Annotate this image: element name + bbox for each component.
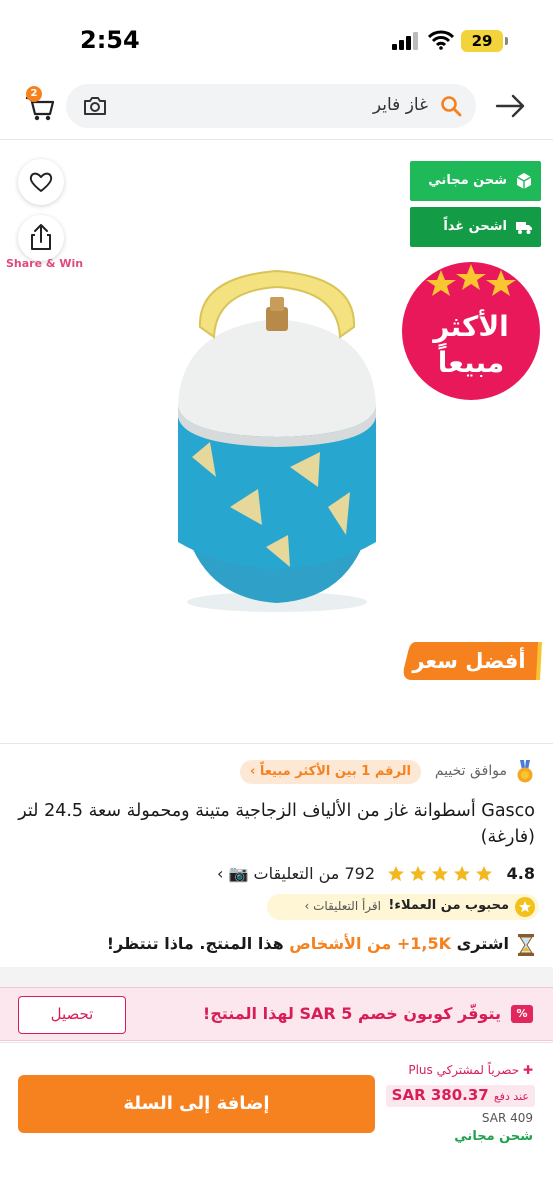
- buyers-suffix: هذا المنتج. ماذا تنتظر!: [106, 934, 284, 953]
- free-shipping-tag-label: شحن مجاني: [428, 173, 507, 188]
- brand-note[interactable]: موافق تخييم: [435, 763, 507, 779]
- star-icon: [476, 866, 492, 881]
- product-info: موافق تخييم الرقم 1 بين الأكثر مبيعاً › …: [0, 743, 553, 956]
- coupon-text: يتوفّر كوبون خصم 5 SAR لهذا المنتج!: [202, 1004, 501, 1023]
- wifi-icon: [428, 30, 454, 50]
- hourglass-icon: [518, 934, 534, 956]
- battery-icon: 29: [461, 30, 503, 52]
- search-bar[interactable]: غاز فاير: [66, 84, 476, 128]
- free-shipping-label: شحن مجاني: [454, 1129, 533, 1144]
- customer-favorite-pill[interactable]: محبوب من العملاء! اقرأ التعليقات ›: [267, 894, 539, 920]
- box-icon: [516, 173, 532, 189]
- star-icon: [388, 866, 404, 881]
- collect-coupon-button[interactable]: تحصيل: [18, 996, 126, 1034]
- heart-icon: [29, 172, 53, 192]
- best-seller-badge: الأكثر مبيعاً: [402, 262, 540, 400]
- best-price-label: أفضل سعر: [412, 649, 526, 673]
- brand-row: موافق تخييم الرقم 1 بين الأكثر مبيعاً ›: [15, 760, 535, 784]
- section-divider: [0, 967, 553, 987]
- truck-icon: [516, 222, 532, 234]
- share-win-label[interactable]: Share & Win: [6, 257, 83, 270]
- rating-value: 4.8: [506, 864, 535, 883]
- plus-price-pill: عند دفع SAR 380.37: [385, 1085, 535, 1107]
- coupon-banner: % يتوفّر كوبون خصم 5 SAR لهذا المنتج! تح…: [0, 987, 553, 1041]
- plus-exclusive-text: حصرياً لمشتركي Plus: [408, 1063, 520, 1077]
- plus-exclusive-line: ✚ حصرياً لمشتركي Plus: [408, 1063, 533, 1077]
- buyers-row: اشترى 1,5K+ من الأشخاص هذا المنتج. ماذا …: [15, 932, 535, 958]
- rating-row[interactable]: 4.8 792 من التعليقات 📷 ›: [15, 862, 535, 888]
- star-icon: [410, 866, 426, 881]
- purchase-bar: ✚ حصرياً لمشتركي Plus عند دفع SAR 380.37…: [0, 1042, 553, 1200]
- pay-label: عند دفع: [493, 1090, 529, 1103]
- share-button[interactable]: [18, 215, 64, 261]
- search-icon[interactable]: [440, 95, 462, 117]
- add-to-cart-button[interactable]: إضافة إلى السلة: [18, 1075, 375, 1133]
- coupon-icon: %: [511, 1005, 533, 1023]
- medal-icon: [517, 760, 533, 783]
- search-query[interactable]: غاز فاير: [373, 95, 428, 115]
- star-icon: [432, 866, 448, 881]
- back-arrow-icon[interactable]: [494, 92, 526, 120]
- regular-price: SAR 409: [481, 1111, 533, 1125]
- reviews-count[interactable]: 792 من التعليقات 📷 ›: [217, 864, 375, 883]
- share-icon: [31, 224, 51, 250]
- rating-stars: [388, 866, 492, 881]
- plus-icon: ✚: [522, 1063, 533, 1077]
- product-image[interactable]: [170, 267, 385, 617]
- read-reviews-link[interactable]: اقرأ التعليقات ›: [305, 899, 381, 913]
- ship-tomorrow-tag-label: اشحن غداً: [443, 219, 507, 234]
- star-icon: [454, 866, 470, 881]
- status-time: 2:54: [80, 26, 140, 54]
- customer-favorite-text: محبوب من العملاء!: [388, 898, 509, 913]
- free-shipping-tag: شحن مجاني: [410, 161, 541, 201]
- best-seller-line2: مبيعاً: [438, 342, 505, 379]
- status-bar: 2:54 29: [0, 0, 553, 70]
- battery-tip: [505, 37, 508, 45]
- buyers-text: اشترى 1,5K+ من الأشخاص هذا المنتج. ماذا …: [107, 934, 509, 953]
- ship-tomorrow-tag: اشحن غداً: [410, 207, 541, 247]
- plus-price: SAR 380.37: [391, 1086, 489, 1104]
- product-title: Gasco أسطوانة غاز من الألياف الزجاجية مت…: [18, 801, 535, 847]
- signal-icon: [392, 32, 418, 50]
- best-seller-line1: الأكثر: [431, 309, 509, 343]
- camera-icon[interactable]: [82, 94, 108, 118]
- favorite-button[interactable]: [18, 159, 64, 205]
- buyers-count: 1,5K+ من الأشخاص: [289, 934, 452, 953]
- bestseller-rank-pill[interactable]: الرقم 1 بين الأكثر مبيعاً ›: [239, 760, 421, 784]
- cart-count-badge: 2: [26, 86, 42, 102]
- top-header: 2 غاز فاير: [0, 78, 553, 140]
- star-badge-icon: [515, 897, 535, 917]
- buyers-prefix: اشترى: [456, 934, 509, 953]
- product-media[interactable]: Share & Win شحن مجاني اشحن غداً الأكثر م…: [0, 141, 553, 743]
